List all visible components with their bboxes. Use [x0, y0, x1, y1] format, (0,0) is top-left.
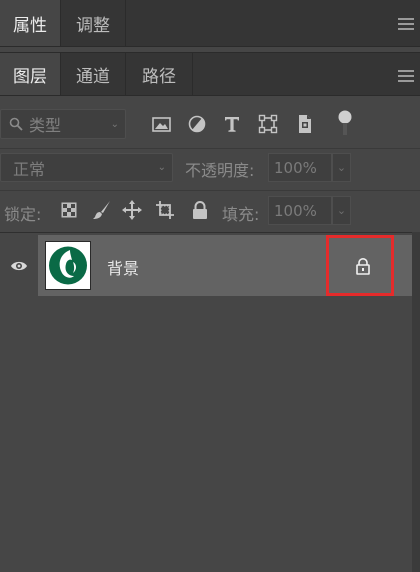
blend-mode-value: 正常 [13, 159, 46, 179]
shape-filter-icon[interactable] [257, 113, 279, 135]
tab-layers[interactable]: 图层 [0, 53, 60, 95]
search-icon [9, 117, 23, 131]
tab-adjustments[interactable]: 调整 [61, 0, 125, 46]
layer-name[interactable]: 背景 [107, 255, 139, 279]
smart-object-filter-icon[interactable] [294, 113, 316, 135]
tab-channels-label: 通道 [76, 66, 110, 87]
tab-paths-label: 路径 [142, 66, 176, 87]
tab-layers-label: 图层 [13, 66, 47, 87]
lock-artboard-icon[interactable] [155, 199, 177, 221]
lock-image-pixels-icon[interactable] [91, 199, 113, 221]
opacity-label: 不透明度: [185, 161, 255, 180]
divider [0, 190, 420, 191]
type-filter-icon[interactable] [221, 113, 243, 135]
eye-icon [10, 261, 27, 270]
chevron-down-icon: ⌄ [110, 118, 119, 130]
chevron-down-icon: ⌄ [336, 204, 347, 217]
properties-tab-bar: 属性 调整 [0, 0, 420, 47]
blend-mode-select[interactable]: 正常 ⌄ [0, 153, 173, 182]
opacity-value: 100% [274, 158, 317, 177]
lock-label: 锁定: [4, 205, 42, 224]
layer-thumbnail [45, 241, 91, 290]
image-filter-icon[interactable] [150, 113, 172, 135]
lock-all-icon[interactable] [189, 199, 211, 221]
lock-transparent-pixels-icon[interactable] [59, 200, 79, 220]
chevron-down-icon: ⌄ [336, 161, 347, 174]
lock-position-icon[interactable] [121, 199, 143, 221]
tab-separator [192, 53, 193, 95]
fill-input[interactable]: 100% [268, 196, 332, 225]
divider [0, 232, 420, 233]
opacity-input[interactable]: 100% [268, 153, 332, 182]
layer-kind-label: 类型 [29, 116, 62, 135]
fill-dropdown-button[interactable]: ⌄ [332, 196, 351, 225]
chevron-down-icon: ⌄ [157, 162, 166, 173]
tab-adjustments-label: 调整 [76, 15, 110, 36]
tab-channels[interactable]: 通道 [61, 53, 125, 95]
layer-visibility-toggle[interactable] [0, 235, 37, 296]
fill-value: 100% [274, 201, 317, 220]
tab-paths[interactable]: 路径 [126, 53, 192, 95]
layer-kind-filter[interactable]: 类型 ⌄ [0, 109, 126, 139]
fill-label: 填充: [222, 205, 260, 224]
adjustment-filter-icon[interactable] [186, 113, 208, 135]
layers-scrollbar[interactable] [412, 232, 420, 572]
tab-properties-label: 属性 [13, 15, 47, 36]
tab-separator [125, 0, 126, 46]
layers-panel-menu-icon[interactable] [398, 70, 414, 85]
filter-toggle-icon[interactable] [334, 107, 356, 139]
divider [0, 148, 420, 149]
lock-highlight-box [326, 235, 394, 296]
tab-properties[interactable]: 属性 [0, 0, 60, 46]
layers-tab-bar: 图层 通道 路径 [0, 52, 420, 96]
panel-menu-icon[interactable] [398, 18, 414, 33]
opacity-dropdown-button[interactable]: ⌄ [332, 153, 351, 182]
